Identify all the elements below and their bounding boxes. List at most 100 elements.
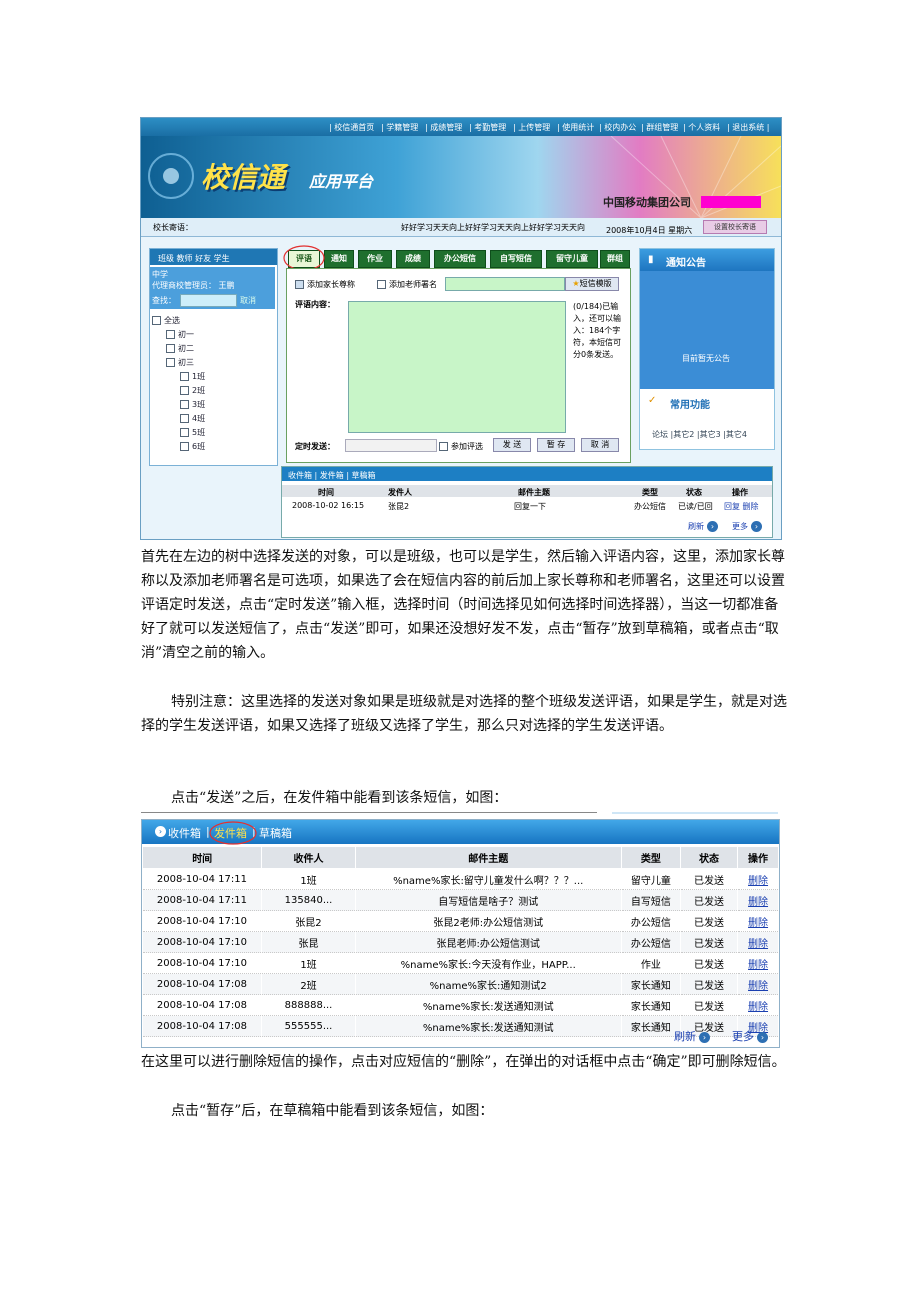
nav-item-office[interactable]: | 校内办公 [599,122,636,133]
tab-notice[interactable]: 通知 [324,250,354,268]
signature-input[interactable] [445,277,565,291]
opt-parent-title[interactable]: 添加家长尊称 [295,279,355,290]
cell-subject: 张昆2老师:办公短信测试 [355,910,622,932]
search-cancel[interactable]: 取消 [240,295,256,306]
nav-item-attendance[interactable]: | 考勤管理 [469,122,506,133]
nav-item-upload[interactable]: | 上传管理 [513,122,550,133]
cell-type: 自写短信 [621,889,681,911]
tree-class[interactable]: 2班 [180,385,205,396]
cell-time: 2008-10-04 17:11 [142,889,263,911]
mail-more[interactable]: 更多 › [732,521,762,532]
left-tabbar: 班级 教师 好友 学生 [150,249,277,265]
checkbox-icon[interactable] [180,386,189,395]
cell-subject: %name%家长:通知测试2 [355,973,622,995]
schedule-label: 定时发送： [295,442,335,451]
set-message-button[interactable]: 设置校长寄语 [703,220,767,234]
notice-empty: 目前暂无公告 [682,354,730,363]
notice-icon: ▮ [648,254,654,265]
cell-delete[interactable]: 删除 [737,973,779,995]
send-button[interactable]: 发 送 [493,438,531,452]
tree-class[interactable]: 5班 [180,427,205,438]
checkbox-icon[interactable] [180,414,189,423]
table-row: 2008-10-04 17:11 135840... 自写短信是啥子？测试 自写短信已… [142,889,779,911]
banner-subtitle: 应用平台 [309,172,374,191]
nav-item-groups[interactable]: | 群组管理 [641,122,678,133]
refresh-link[interactable]: 刷新 › [674,1028,710,1044]
checkbox-icon[interactable] [180,442,189,451]
tree-class[interactable]: 1班 [180,371,205,382]
func-links[interactable]: 论坛 |其它2 |其它3 |其它4 [652,429,747,440]
nav-item-home[interactable]: | 校信通首页 [329,122,374,133]
cell-delete[interactable]: 删除 [737,868,779,890]
cell-delete[interactable]: 删除 [737,910,779,932]
schedule-input[interactable] [345,439,437,452]
tab-office-sms[interactable]: 办公短信 [434,250,486,268]
join-review-option[interactable]: 参加评选 [439,441,483,452]
nav-item-profile[interactable]: | 个人资料 [683,122,720,133]
nav-item-grades[interactable]: | 成绩管理 [425,122,462,133]
cell-time: 2008-10-04 17:10 [142,931,263,953]
tab-custom-sms[interactable]: 自写短信 [490,250,542,268]
tab-homework[interactable]: 作业 [358,250,392,268]
nav-item-stats[interactable]: | 使用统计 [557,122,594,133]
cell-delete[interactable]: 删除 [737,889,779,911]
paragraph-4: 在这里可以进行删除短信的操作，点击对应短信的“删除”，在弹出的对话框中点击“确定… [141,1054,786,1070]
save-draft-button[interactable]: 暂 存 [537,438,575,452]
arrow-right-icon: › [699,1031,710,1043]
mail-sender: 张昆2 [388,502,410,511]
nav-item-logout[interactable]: | 退出系统 | [727,122,769,133]
mail-col-status: 状态 [686,488,702,497]
tree-grade-3[interactable]: 初三 [166,357,194,368]
checkbox-icon[interactable] [180,428,189,437]
cell-time: 2008-10-04 17:08 [142,973,263,995]
checkbox-icon[interactable] [166,358,175,367]
opt-teacher-sign[interactable]: 添加老师署名 [377,279,437,290]
col-status: 状态 [679,846,739,869]
content-textarea[interactable] [348,301,566,433]
mail-refresh[interactable]: 刷新 › [688,521,718,532]
tree-class[interactable]: 6班 [180,441,205,452]
tab-groups[interactable]: 群组 [600,250,630,268]
tree-grade-1[interactable]: 初一 [166,329,194,340]
tab-left-behind[interactable]: 留守儿童 [546,250,598,268]
tree-select-all[interactable]: 全选 [152,315,180,326]
tree-class[interactable]: 4班 [180,413,205,424]
checkbox-icon[interactable] [295,280,304,289]
cell-type: 作业 [621,952,681,974]
char-counter: (0/184)已输入，还可以输入：184个字符，本短信可分0条发送。 [573,302,621,359]
search-input[interactable] [180,294,237,307]
left-tabs[interactable]: 班级 教师 好友 学生 [158,253,230,264]
tab-grades[interactable]: 成绩 [396,250,430,268]
checkbox-icon[interactable] [152,316,161,325]
cell-delete[interactable]: 删除 [737,994,779,1016]
notice-panel: ▮ 通知公告 目前暂无公告 ✓ 常用功能 论坛 |其它2 |其它3 |其它4 [639,248,775,450]
more-link[interactable]: 更多 › [732,1028,768,1044]
tab-draft[interactable]: 草稿箱 [259,825,292,841]
checkbox-icon[interactable] [439,442,448,451]
arrow-right-icon: › [757,1031,768,1043]
col-time: 时间 [141,846,263,869]
mail-actions[interactable]: 回复 删除 [724,501,759,512]
cell-status: 已发送 [680,889,739,911]
checkbox-icon[interactable] [180,400,189,409]
mail-row[interactable]: 2008-10-02 16:15 张昆2 回复一下 办公短信 已读/已回 回复 … [282,499,772,511]
tree-class[interactable]: 3班 [180,399,205,410]
arrow-right-icon: › [155,826,166,837]
tab-inbox[interactable]: 收件箱 [168,825,201,841]
table-row: 2008-10-04 17:11 1班 %name%家长:留守儿童发什么啊？？？..… [142,868,779,890]
cell-status: 已发送 [680,952,739,974]
tree-grade-2[interactable]: 初二 [166,343,194,354]
cancel-button[interactable]: 取 消 [581,438,619,452]
checkbox-icon[interactable] [166,344,175,353]
checkbox-icon[interactable] [180,372,189,381]
checkbox-icon[interactable] [377,280,386,289]
cell-type: 家长通知 [621,994,681,1016]
template-button[interactable]: ★短信模版 [565,277,619,291]
nav-item-student[interactable]: | 学籍管理 [381,122,418,133]
mailbox-tabs[interactable]: 收件箱 | 发件箱 | 草稿箱 [288,470,376,481]
cell-delete[interactable]: 删除 [737,952,779,974]
checkbox-icon[interactable] [166,330,175,339]
cell-delete[interactable]: 删除 [737,931,779,953]
outbox-table: 时间 收件人 邮件主题 类型 状态 操作 2008-10-04 17:11 1班%… [141,846,779,1037]
highlight-circle [209,821,257,845]
